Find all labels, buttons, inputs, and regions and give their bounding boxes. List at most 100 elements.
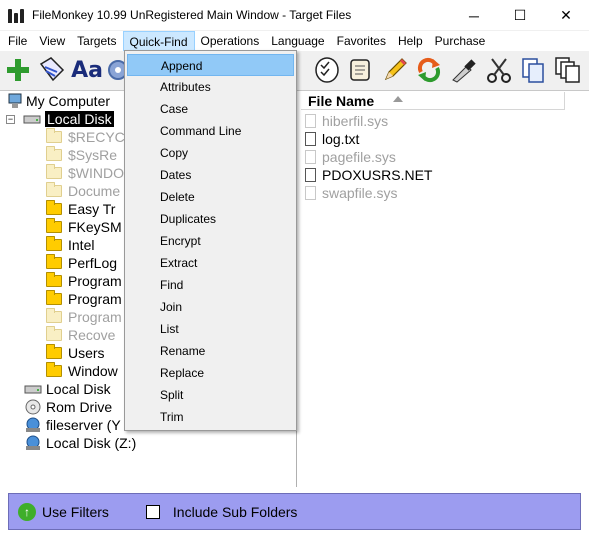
tree-folder[interactable]: Program — [46, 290, 122, 308]
tree-drive-c[interactable]: − Local Disk — [6, 110, 114, 128]
tree-drive-label: Local Disk — [46, 381, 111, 397]
menu-purchase[interactable]: Purchase — [429, 31, 492, 51]
tree-folder-label: $WINDO — [68, 165, 124, 181]
file-icon — [305, 132, 316, 146]
menu-item-encrypt[interactable]: Encrypt — [127, 230, 294, 252]
file-row[interactable]: log.txt — [305, 130, 359, 148]
tree-folder[interactable]: Program — [46, 272, 122, 290]
menu-item-delete[interactable]: Delete — [127, 186, 294, 208]
tree-folder[interactable]: Recove — [46, 326, 115, 344]
close-button[interactable]: ✕ — [543, 0, 589, 31]
collapse-icon[interactable]: − — [6, 114, 15, 124]
network-drive-icon — [26, 417, 40, 432]
menu-file[interactable]: File — [2, 31, 33, 51]
tree-folder[interactable]: PerfLog — [46, 254, 117, 272]
maximize-button[interactable]: ☐ — [497, 0, 543, 31]
menu-item-join[interactable]: Join — [127, 296, 294, 318]
tree-drive-label: fileserver (Y — [46, 417, 121, 433]
filter-bar: ↑ Use Filters Include Sub Folders — [8, 493, 581, 530]
cd-drive-icon — [25, 399, 41, 415]
tag-icon[interactable] — [36, 55, 66, 85]
file-icon — [305, 114, 316, 128]
menu-operations[interactable]: Operations — [195, 31, 266, 51]
menu-item-list[interactable]: List — [127, 318, 294, 340]
tree-folder[interactable]: FKeySM — [46, 218, 122, 236]
folder-icon — [46, 326, 62, 341]
gear-icon[interactable] — [104, 55, 126, 85]
quick-find-menu: Append Attributes Case Command Line Copy… — [124, 50, 297, 431]
minimize-button[interactable]: ─ — [451, 0, 497, 31]
menu-help[interactable]: Help — [392, 31, 429, 51]
menu-item-rename[interactable]: Rename — [127, 340, 294, 362]
tree-folder[interactable]: $SysRe — [46, 146, 117, 164]
tree-folder-label: Easy Tr — [68, 201, 116, 217]
folder-icon — [46, 290, 62, 305]
tree-folder[interactable]: $RECYC — [46, 128, 125, 146]
tree-folder[interactable]: Docume — [46, 182, 120, 200]
menu-item-trim[interactable]: Trim — [127, 406, 294, 428]
file-icon — [305, 186, 316, 200]
folder-icon — [46, 236, 62, 251]
file-row[interactable]: pagefile.sys — [305, 148, 396, 166]
menu-quick-find[interactable]: Quick-Find — [122, 31, 195, 51]
menu-item-dates[interactable]: Dates — [127, 164, 294, 186]
copy-icon[interactable] — [518, 55, 548, 85]
menu-item-append[interactable]: Append — [127, 54, 294, 76]
file-list[interactable]: File Name hiberfil.sys log.txt pagefile.… — [301, 91, 589, 487]
tree-folder-label: Program — [68, 273, 122, 289]
tree-drive[interactable]: Local Disk — [24, 380, 111, 398]
tree-drive-c-label: Local Disk — [45, 111, 114, 127]
tree-folder-label: Program — [68, 309, 122, 325]
tree-drive[interactable]: Local Disk (Z:) — [24, 434, 136, 452]
file-name: PDOXUSRS.NET — [322, 167, 433, 183]
add-icon[interactable] — [3, 55, 33, 85]
menu-item-find[interactable]: Find — [127, 274, 294, 296]
file-row[interactable]: swapfile.sys — [305, 184, 397, 202]
tree-folder[interactable]: Window — [46, 362, 118, 380]
column-file-name[interactable]: File Name — [301, 91, 565, 110]
file-list-header: File Name — [301, 91, 565, 110]
scroll-icon[interactable] — [345, 55, 375, 85]
scissors-icon[interactable] — [484, 55, 514, 85]
tree-folder[interactable]: Program — [46, 308, 122, 326]
use-filters-label[interactable]: Use Filters — [42, 504, 109, 520]
tree-folder[interactable]: Users — [46, 344, 105, 362]
menu-favorites[interactable]: Favorites — [331, 31, 392, 51]
tree-drive[interactable]: Rom Drive — [24, 398, 112, 416]
file-name: log.txt — [322, 131, 360, 147]
folder-icon — [46, 344, 62, 359]
menu-item-command-line[interactable]: Command Line — [127, 120, 294, 142]
menu-language[interactable]: Language — [265, 31, 330, 51]
duplicate-pages-icon[interactable] — [552, 55, 582, 85]
file-row[interactable]: PDOXUSRS.NET — [305, 166, 432, 184]
window-title: FileMonkey 10.99 UnRegistered Main Windo… — [32, 8, 352, 22]
tree-folder-label: Docume — [68, 183, 121, 199]
menu-targets[interactable]: Targets — [71, 31, 122, 51]
tree-root[interactable]: My Computer — [8, 92, 110, 110]
include-sub-folders-checkbox[interactable] — [145, 504, 160, 519]
pencil-icon[interactable] — [380, 55, 410, 85]
menu-item-case[interactable]: Case — [127, 98, 294, 120]
menu-item-extract[interactable]: Extract — [127, 252, 294, 274]
tree-drive[interactable]: fileserver (Y — [24, 416, 121, 434]
tree-folder[interactable]: Intel — [46, 236, 94, 254]
menu-item-split[interactable]: Split — [127, 384, 294, 406]
tree-folder[interactable]: $WINDO — [46, 164, 124, 182]
app-icon — [8, 7, 24, 23]
folder-icon — [46, 218, 62, 233]
tree-folder[interactable]: Easy Tr — [46, 200, 115, 218]
refresh-icon[interactable] — [414, 55, 444, 85]
menu-view[interactable]: View — [33, 31, 71, 51]
menu-item-attributes[interactable]: Attributes — [127, 76, 294, 98]
menu-item-duplicates[interactable]: Duplicates — [127, 208, 294, 230]
include-sub-folders-label[interactable]: Include Sub Folders — [173, 504, 298, 520]
knife-icon[interactable] — [448, 55, 478, 85]
up-arrow-icon[interactable]: ↑ — [18, 502, 36, 521]
checklist-icon[interactable] — [312, 55, 342, 85]
menu-item-copy[interactable]: Copy — [127, 142, 294, 164]
font-case-icon[interactable]: Aa — [71, 55, 103, 85]
menu-item-replace[interactable]: Replace — [127, 362, 294, 384]
tree-folder-label: $RECYC — [68, 129, 125, 145]
file-icon — [305, 168, 316, 182]
file-row[interactable]: hiberfil.sys — [305, 112, 388, 130]
